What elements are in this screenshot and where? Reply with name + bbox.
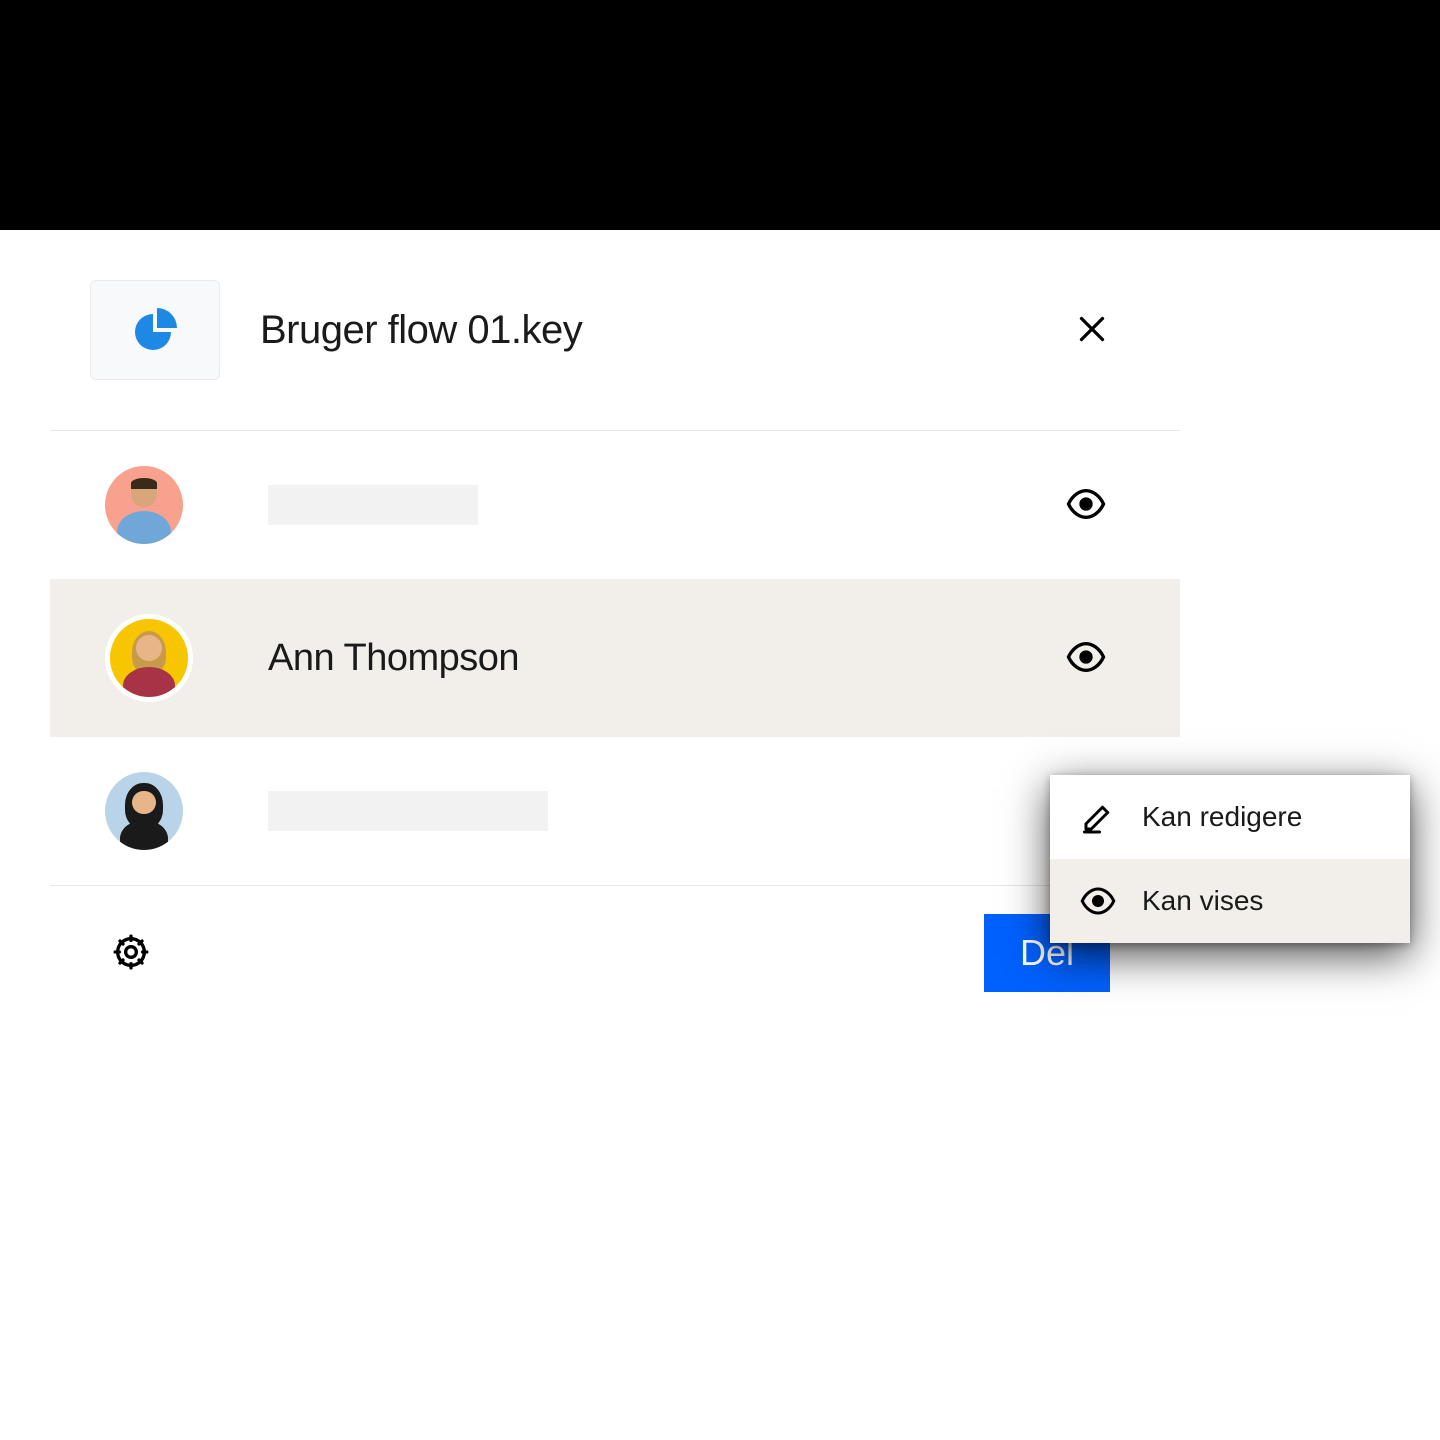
pencil-icon	[1080, 799, 1116, 835]
permission-dropdown: Kan redigere Kan vises	[1050, 775, 1410, 943]
pie-chart-icon	[131, 306, 179, 354]
file-name: Bruger flow 01.key	[260, 308, 1064, 353]
top-black-bar	[0, 0, 1440, 230]
user-name-label: Ann Thompson	[268, 637, 1062, 680]
avatar	[105, 466, 183, 544]
eye-icon	[1066, 637, 1106, 677]
avatar	[105, 772, 183, 850]
eye-icon	[1080, 883, 1116, 919]
dropdown-item-view[interactable]: Kan vises	[1050, 859, 1410, 943]
settings-button[interactable]	[105, 926, 157, 981]
dialog-header: Bruger flow 01.key	[50, 230, 1180, 431]
dropdown-item-edit[interactable]: Kan redigere	[1050, 775, 1410, 859]
close-icon	[1074, 311, 1110, 347]
user-row[interactable]: Ann Thompson	[50, 579, 1180, 737]
user-row[interactable]	[50, 737, 1180, 885]
permission-indicator[interactable]	[1062, 480, 1110, 531]
close-button[interactable]	[1064, 301, 1120, 360]
dropdown-item-label: Kan redigere	[1142, 801, 1302, 833]
user-row[interactable]	[50, 431, 1180, 579]
user-name-placeholder	[268, 791, 548, 831]
share-dialog: Bruger flow 01.key	[50, 230, 1180, 1020]
user-name-placeholder	[268, 485, 478, 525]
dropdown-item-label: Kan vises	[1142, 885, 1263, 917]
avatar	[105, 614, 193, 702]
eye-icon	[1066, 484, 1106, 524]
permission-indicator[interactable]	[1062, 633, 1110, 684]
file-thumbnail	[90, 280, 220, 380]
dialog-footer: Del	[50, 885, 1180, 1020]
gear-icon	[111, 932, 151, 972]
